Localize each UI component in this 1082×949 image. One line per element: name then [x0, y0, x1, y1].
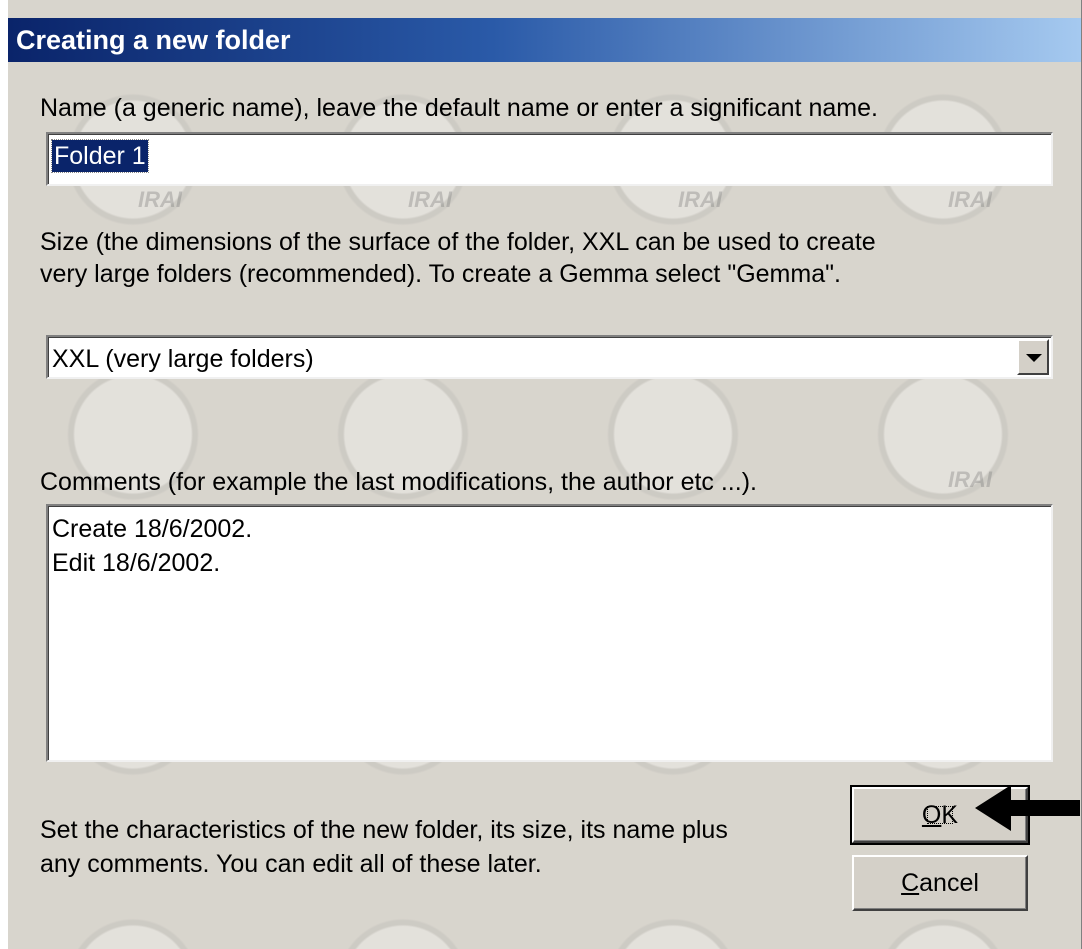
folder-name-input[interactable]: Folder 1 [46, 132, 1053, 186]
ok-label: K [941, 801, 959, 829]
hint-line1: Set the characteristics of the new folde… [40, 816, 728, 844]
comments-line-1: Create 18/6/2002. [52, 515, 253, 543]
ok-mnemonic: O [921, 801, 942, 829]
comments-line-2: Edit 18/6/2002. [52, 549, 221, 577]
arrow-left-icon [975, 785, 1080, 831]
hint-line2: any comments. You can edit all of these … [40, 850, 542, 878]
watermark-text: IRAI [678, 187, 722, 212]
folder-name-value: Folder 1 [51, 139, 149, 173]
watermark-text: IRAI [138, 187, 182, 212]
dialog-title: Creating a new folder [8, 18, 1081, 62]
name-label: Name (a generic name), leave the default… [40, 94, 878, 122]
size-select[interactable]: XXL (very large folders) [46, 335, 1053, 379]
size-select-value: XXL (very large folders) [52, 345, 314, 373]
cancel-label: ancel [919, 869, 979, 897]
size-label-line1: Size (the dimensions of the surface of t… [40, 228, 876, 256]
comments-textarea[interactable]: Create 18/6/2002. Edit 18/6/2002. [46, 504, 1053, 762]
size-label-line2: very large folders (recommended). To cre… [40, 260, 841, 288]
cancel-mnemonic: C [901, 869, 920, 897]
watermark-text: IRAI [948, 467, 992, 492]
dialog-window: Creating a new folder IRAI IRAI IRAI IRA… [6, 0, 1082, 949]
watermark-text: IRAI [408, 187, 452, 212]
comments-label: Comments (for example the last modificat… [40, 468, 757, 496]
watermark-text: IRAI [948, 187, 992, 212]
cancel-button[interactable]: Cancel [852, 855, 1028, 911]
chevron-down-icon[interactable] [1017, 339, 1049, 375]
